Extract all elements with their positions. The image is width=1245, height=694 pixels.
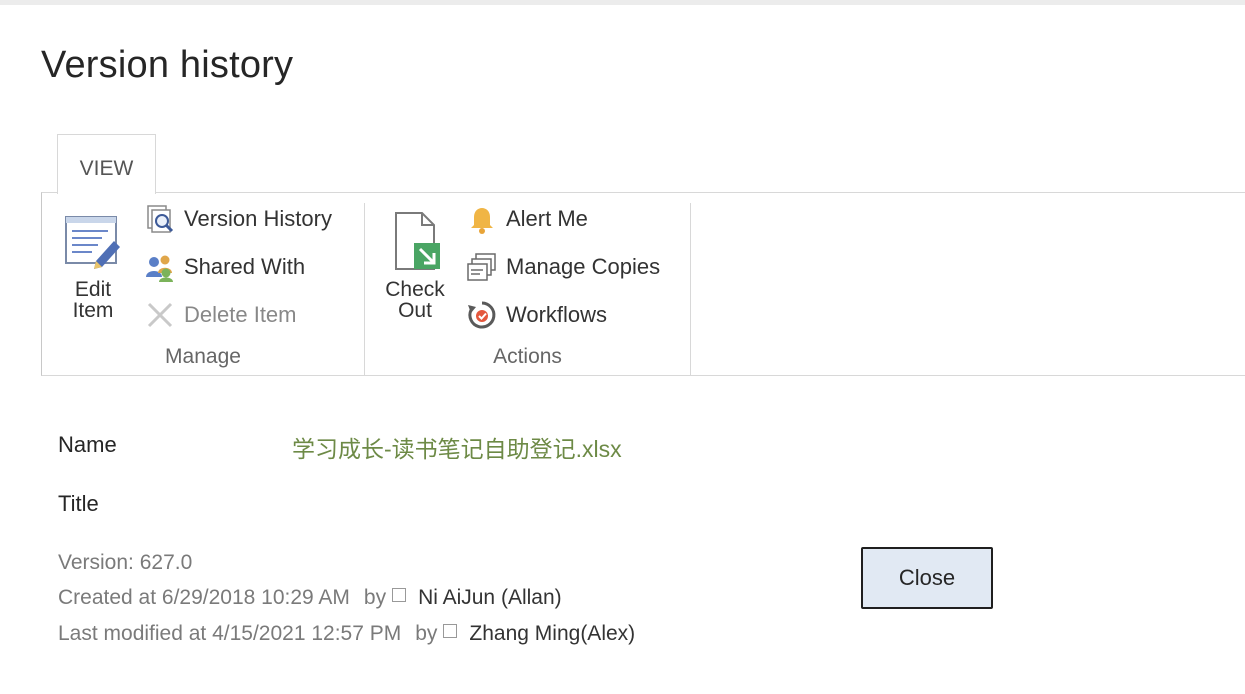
shared-with-button[interactable]: Shared With: [144, 249, 305, 285]
edit-item-button[interactable]: Edit Item: [62, 211, 124, 321]
delete-item-button[interactable]: Delete Item: [144, 297, 297, 333]
modified-by-user[interactable]: Zhang Ming(Alex): [469, 622, 635, 645]
workflows-button[interactable]: Workflows: [466, 297, 607, 333]
tab-view[interactable]: VIEW: [57, 134, 156, 194]
shared-with-icon: [146, 255, 173, 282]
alert-me-button[interactable]: Alert Me: [466, 201, 588, 237]
delete-icon: [147, 302, 173, 328]
group-label-actions: Actions: [493, 345, 562, 368]
tab-view-label: VIEW: [79, 157, 134, 180]
modified-by-word: by: [415, 622, 438, 645]
modified-line: Last modified at 4/15/2021 12:57 PM by Zha…: [58, 622, 635, 646]
edit-item-icon: [65, 216, 120, 269]
group-separator: [690, 203, 691, 375]
bell-icon: [471, 208, 493, 234]
created-by-user[interactable]: Ni AiJun (Allan): [418, 586, 562, 609]
check-out-button[interactable]: Check Out: [380, 211, 450, 321]
edit-item-label: Edit Item: [72, 278, 114, 322]
manage-copies-label: Manage Copies: [506, 254, 661, 279]
shared-with-label: Shared With: [184, 254, 306, 279]
created-line: Created at 6/29/2018 10:29 AM by Ni AiJun …: [58, 586, 562, 610]
modified-text: Last modified at 4/15/2021 12:57 PM: [58, 622, 402, 645]
version-history-icon: [147, 205, 174, 233]
version-history-button[interactable]: Version History: [144, 201, 332, 237]
name-value: 学习成长-读书笔记自助登记.xlsx: [292, 436, 622, 462]
workflows-icon: [468, 301, 496, 329]
check-out-label: Check Out: [385, 278, 445, 322]
top-border: [0, 0, 1245, 5]
title-label: Title: [58, 491, 99, 516]
presence-indicator: [443, 624, 458, 638]
version-text: Version: 627.0: [58, 551, 193, 574]
ribbon: Edit Item Version History Shared With De…: [41, 192, 1245, 376]
check-out-icon: [395, 212, 440, 270]
version-history-label: Version History: [184, 206, 332, 231]
manage-copies-button[interactable]: Manage Copies: [466, 249, 660, 285]
created-by-word: by: [363, 586, 387, 609]
page-title: Version history: [41, 44, 294, 86]
manage-copies-icon: [467, 253, 496, 281]
workflows-label: Workflows: [506, 302, 608, 327]
alert-me-label: Alert Me: [506, 206, 588, 231]
name-label: Name: [58, 432, 117, 457]
created-text: Created at 6/29/2018 10:29 AM: [58, 586, 350, 609]
group-label-manage: Manage: [165, 345, 241, 368]
presence-indicator: [392, 588, 407, 602]
close-button[interactable]: Close: [861, 547, 993, 609]
delete-item-label: Delete Item: [184, 302, 297, 327]
